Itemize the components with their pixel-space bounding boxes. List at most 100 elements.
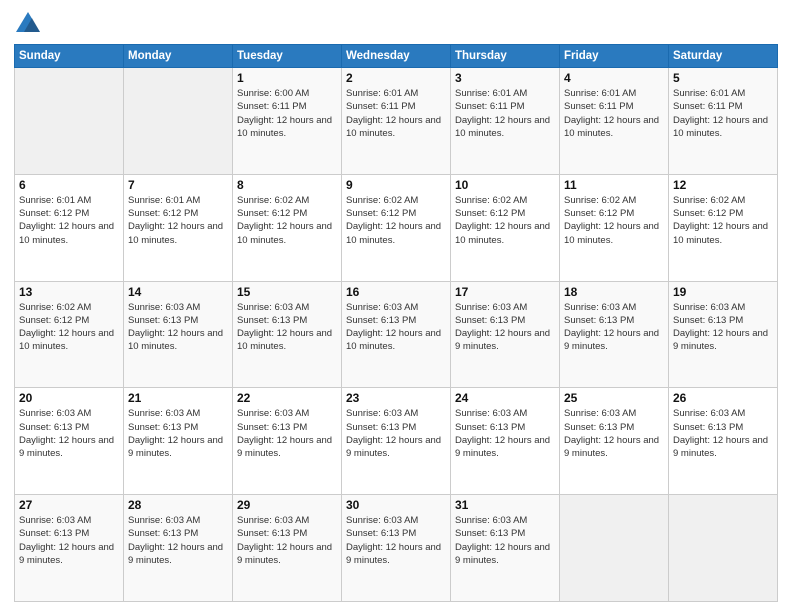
day-info: Sunrise: 6:01 AM Sunset: 6:11 PM Dayligh… (564, 87, 664, 140)
day-info: Sunrise: 6:03 AM Sunset: 6:13 PM Dayligh… (455, 514, 555, 567)
calendar-cell: 22 Sunrise: 6:03 AM Sunset: 6:13 PM Dayli… (233, 388, 342, 495)
calendar-cell (560, 495, 669, 602)
calendar-cell: 31 Sunrise: 6:03 AM Sunset: 6:13 PM Dayli… (451, 495, 560, 602)
logo (14, 10, 46, 38)
day-info: Sunrise: 6:03 AM Sunset: 6:13 PM Dayligh… (237, 514, 337, 567)
day-info: Sunrise: 6:03 AM Sunset: 6:13 PM Dayligh… (346, 407, 446, 460)
day-info: Sunrise: 6:02 AM Sunset: 6:12 PM Dayligh… (564, 194, 664, 247)
day-number: 19 (673, 285, 773, 299)
day-number: 31 (455, 498, 555, 512)
calendar-week-row: 20 Sunrise: 6:03 AM Sunset: 6:13 PM Dayli… (15, 388, 778, 495)
calendar-cell: 9 Sunrise: 6:02 AM Sunset: 6:12 PM Daylig… (342, 174, 451, 281)
calendar-week-row: 27Sunrise: 6:03 AM Sunset: 6:13 PM Dayli… (15, 495, 778, 602)
day-info: Sunrise: 6:00 AM Sunset: 6:11 PM Dayligh… (237, 87, 337, 140)
col-friday: Friday (560, 45, 669, 68)
day-number: 6 (19, 178, 119, 192)
calendar-cell (669, 495, 778, 602)
col-tuesday: Tuesday (233, 45, 342, 68)
day-number: 18 (564, 285, 664, 299)
calendar-cell: 18 Sunrise: 6:03 AM Sunset: 6:13 PM Dayli… (560, 281, 669, 388)
calendar-cell: 17 Sunrise: 6:03 AM Sunset: 6:13 PM Dayli… (451, 281, 560, 388)
day-number: 4 (564, 71, 664, 85)
calendar-cell: 23 Sunrise: 6:03 AM Sunset: 6:13 PM Dayli… (342, 388, 451, 495)
day-info: Sunrise: 6:02 AM Sunset: 6:12 PM Dayligh… (237, 194, 337, 247)
day-info: Sunrise: 6:01 AM Sunset: 6:11 PM Dayligh… (455, 87, 555, 140)
day-info: Sunrise: 6:01 AM Sunset: 6:12 PM Dayligh… (128, 194, 228, 247)
calendar-cell: 1Sunrise: 6:00 AM Sunset: 6:11 PM Daylig… (233, 68, 342, 175)
day-info: Sunrise: 6:02 AM Sunset: 6:12 PM Dayligh… (19, 301, 119, 354)
day-info: Sunrise: 6:01 AM Sunset: 6:11 PM Dayligh… (673, 87, 773, 140)
day-info: Sunrise: 6:03 AM Sunset: 6:13 PM Dayligh… (19, 514, 119, 567)
calendar-table: Sunday Monday Tuesday Wednesday Thursday… (14, 44, 778, 602)
day-number: 29 (237, 498, 337, 512)
calendar-cell: 8 Sunrise: 6:02 AM Sunset: 6:12 PM Daylig… (233, 174, 342, 281)
col-saturday: Saturday (669, 45, 778, 68)
col-thursday: Thursday (451, 45, 560, 68)
day-info: Sunrise: 6:03 AM Sunset: 6:13 PM Dayligh… (128, 514, 228, 567)
calendar-cell: 4 Sunrise: 6:01 AM Sunset: 6:11 PM Daylig… (560, 68, 669, 175)
day-number: 28 (128, 498, 228, 512)
calendar-cell: 5 Sunrise: 6:01 AM Sunset: 6:11 PM Daylig… (669, 68, 778, 175)
day-info: Sunrise: 6:03 AM Sunset: 6:13 PM Dayligh… (19, 407, 119, 460)
day-number: 3 (455, 71, 555, 85)
day-number: 13 (19, 285, 119, 299)
day-number: 11 (564, 178, 664, 192)
day-info: Sunrise: 6:03 AM Sunset: 6:13 PM Dayligh… (128, 301, 228, 354)
calendar-week-row: 13 Sunrise: 6:02 AM Sunset: 6:12 PM Dayli… (15, 281, 778, 388)
calendar-cell: 21 Sunrise: 6:03 AM Sunset: 6:13 PM Dayli… (124, 388, 233, 495)
calendar-cell: 28 Sunrise: 6:03 AM Sunset: 6:13 PM Dayli… (124, 495, 233, 602)
calendar-cell: 11 Sunrise: 6:02 AM Sunset: 6:12 PM Dayli… (560, 174, 669, 281)
day-number: 21 (128, 391, 228, 405)
day-number: 10 (455, 178, 555, 192)
day-number: 7 (128, 178, 228, 192)
day-info: Sunrise: 6:03 AM Sunset: 6:13 PM Dayligh… (346, 301, 446, 354)
day-number: 23 (346, 391, 446, 405)
calendar-cell (124, 68, 233, 175)
logo-icon (14, 10, 42, 38)
calendar-cell: 14 Sunrise: 6:03 AM Sunset: 6:13 PM Dayli… (124, 281, 233, 388)
day-number: 24 (455, 391, 555, 405)
day-number: 20 (19, 391, 119, 405)
calendar-cell: 27Sunrise: 6:03 AM Sunset: 6:13 PM Dayli… (15, 495, 124, 602)
calendar-cell: 15 Sunrise: 6:03 AM Sunset: 6:13 PM Dayli… (233, 281, 342, 388)
day-info: Sunrise: 6:03 AM Sunset: 6:13 PM Dayligh… (455, 301, 555, 354)
calendar-cell: 13 Sunrise: 6:02 AM Sunset: 6:12 PM Dayli… (15, 281, 124, 388)
day-number: 26 (673, 391, 773, 405)
day-number: 25 (564, 391, 664, 405)
calendar-cell: 10 Sunrise: 6:02 AM Sunset: 6:12 PM Dayli… (451, 174, 560, 281)
calendar-cell (15, 68, 124, 175)
day-info: Sunrise: 6:03 AM Sunset: 6:13 PM Dayligh… (128, 407, 228, 460)
calendar-week-row: 6 Sunrise: 6:01 AM Sunset: 6:12 PM Daylig… (15, 174, 778, 281)
day-number: 9 (346, 178, 446, 192)
day-info: Sunrise: 6:03 AM Sunset: 6:13 PM Dayligh… (564, 301, 664, 354)
calendar-header-row: Sunday Monday Tuesday Wednesday Thursday… (15, 45, 778, 68)
calendar-cell: 29 Sunrise: 6:03 AM Sunset: 6:13 PM Dayli… (233, 495, 342, 602)
calendar-cell: 2 Sunrise: 6:01 AM Sunset: 6:11 PM Daylig… (342, 68, 451, 175)
day-info: Sunrise: 6:02 AM Sunset: 6:12 PM Dayligh… (455, 194, 555, 247)
calendar-cell: 7 Sunrise: 6:01 AM Sunset: 6:12 PM Daylig… (124, 174, 233, 281)
day-info: Sunrise: 6:03 AM Sunset: 6:13 PM Dayligh… (564, 407, 664, 460)
day-number: 8 (237, 178, 337, 192)
day-number: 16 (346, 285, 446, 299)
day-number: 15 (237, 285, 337, 299)
col-monday: Monday (124, 45, 233, 68)
day-number: 2 (346, 71, 446, 85)
col-sunday: Sunday (15, 45, 124, 68)
calendar-week-row: 1Sunrise: 6:00 AM Sunset: 6:11 PM Daylig… (15, 68, 778, 175)
calendar-cell: 12Sunrise: 6:02 AM Sunset: 6:12 PM Dayli… (669, 174, 778, 281)
header (14, 10, 778, 38)
day-info: Sunrise: 6:03 AM Sunset: 6:13 PM Dayligh… (237, 407, 337, 460)
day-number: 17 (455, 285, 555, 299)
day-number: 5 (673, 71, 773, 85)
calendar-cell: 24Sunrise: 6:03 AM Sunset: 6:13 PM Dayli… (451, 388, 560, 495)
calendar-cell: 25 Sunrise: 6:03 AM Sunset: 6:13 PM Dayli… (560, 388, 669, 495)
day-info: Sunrise: 6:02 AM Sunset: 6:12 PM Dayligh… (346, 194, 446, 247)
day-info: Sunrise: 6:03 AM Sunset: 6:13 PM Dayligh… (237, 301, 337, 354)
day-info: Sunrise: 6:01 AM Sunset: 6:11 PM Dayligh… (346, 87, 446, 140)
calendar-cell: 3 Sunrise: 6:01 AM Sunset: 6:11 PM Daylig… (451, 68, 560, 175)
calendar-cell: 19 Sunrise: 6:03 AM Sunset: 6:13 PM Dayli… (669, 281, 778, 388)
day-number: 14 (128, 285, 228, 299)
calendar-cell: 6Sunrise: 6:01 AM Sunset: 6:12 PM Daylig… (15, 174, 124, 281)
day-number: 22 (237, 391, 337, 405)
day-info: Sunrise: 6:03 AM Sunset: 6:13 PM Dayligh… (673, 301, 773, 354)
